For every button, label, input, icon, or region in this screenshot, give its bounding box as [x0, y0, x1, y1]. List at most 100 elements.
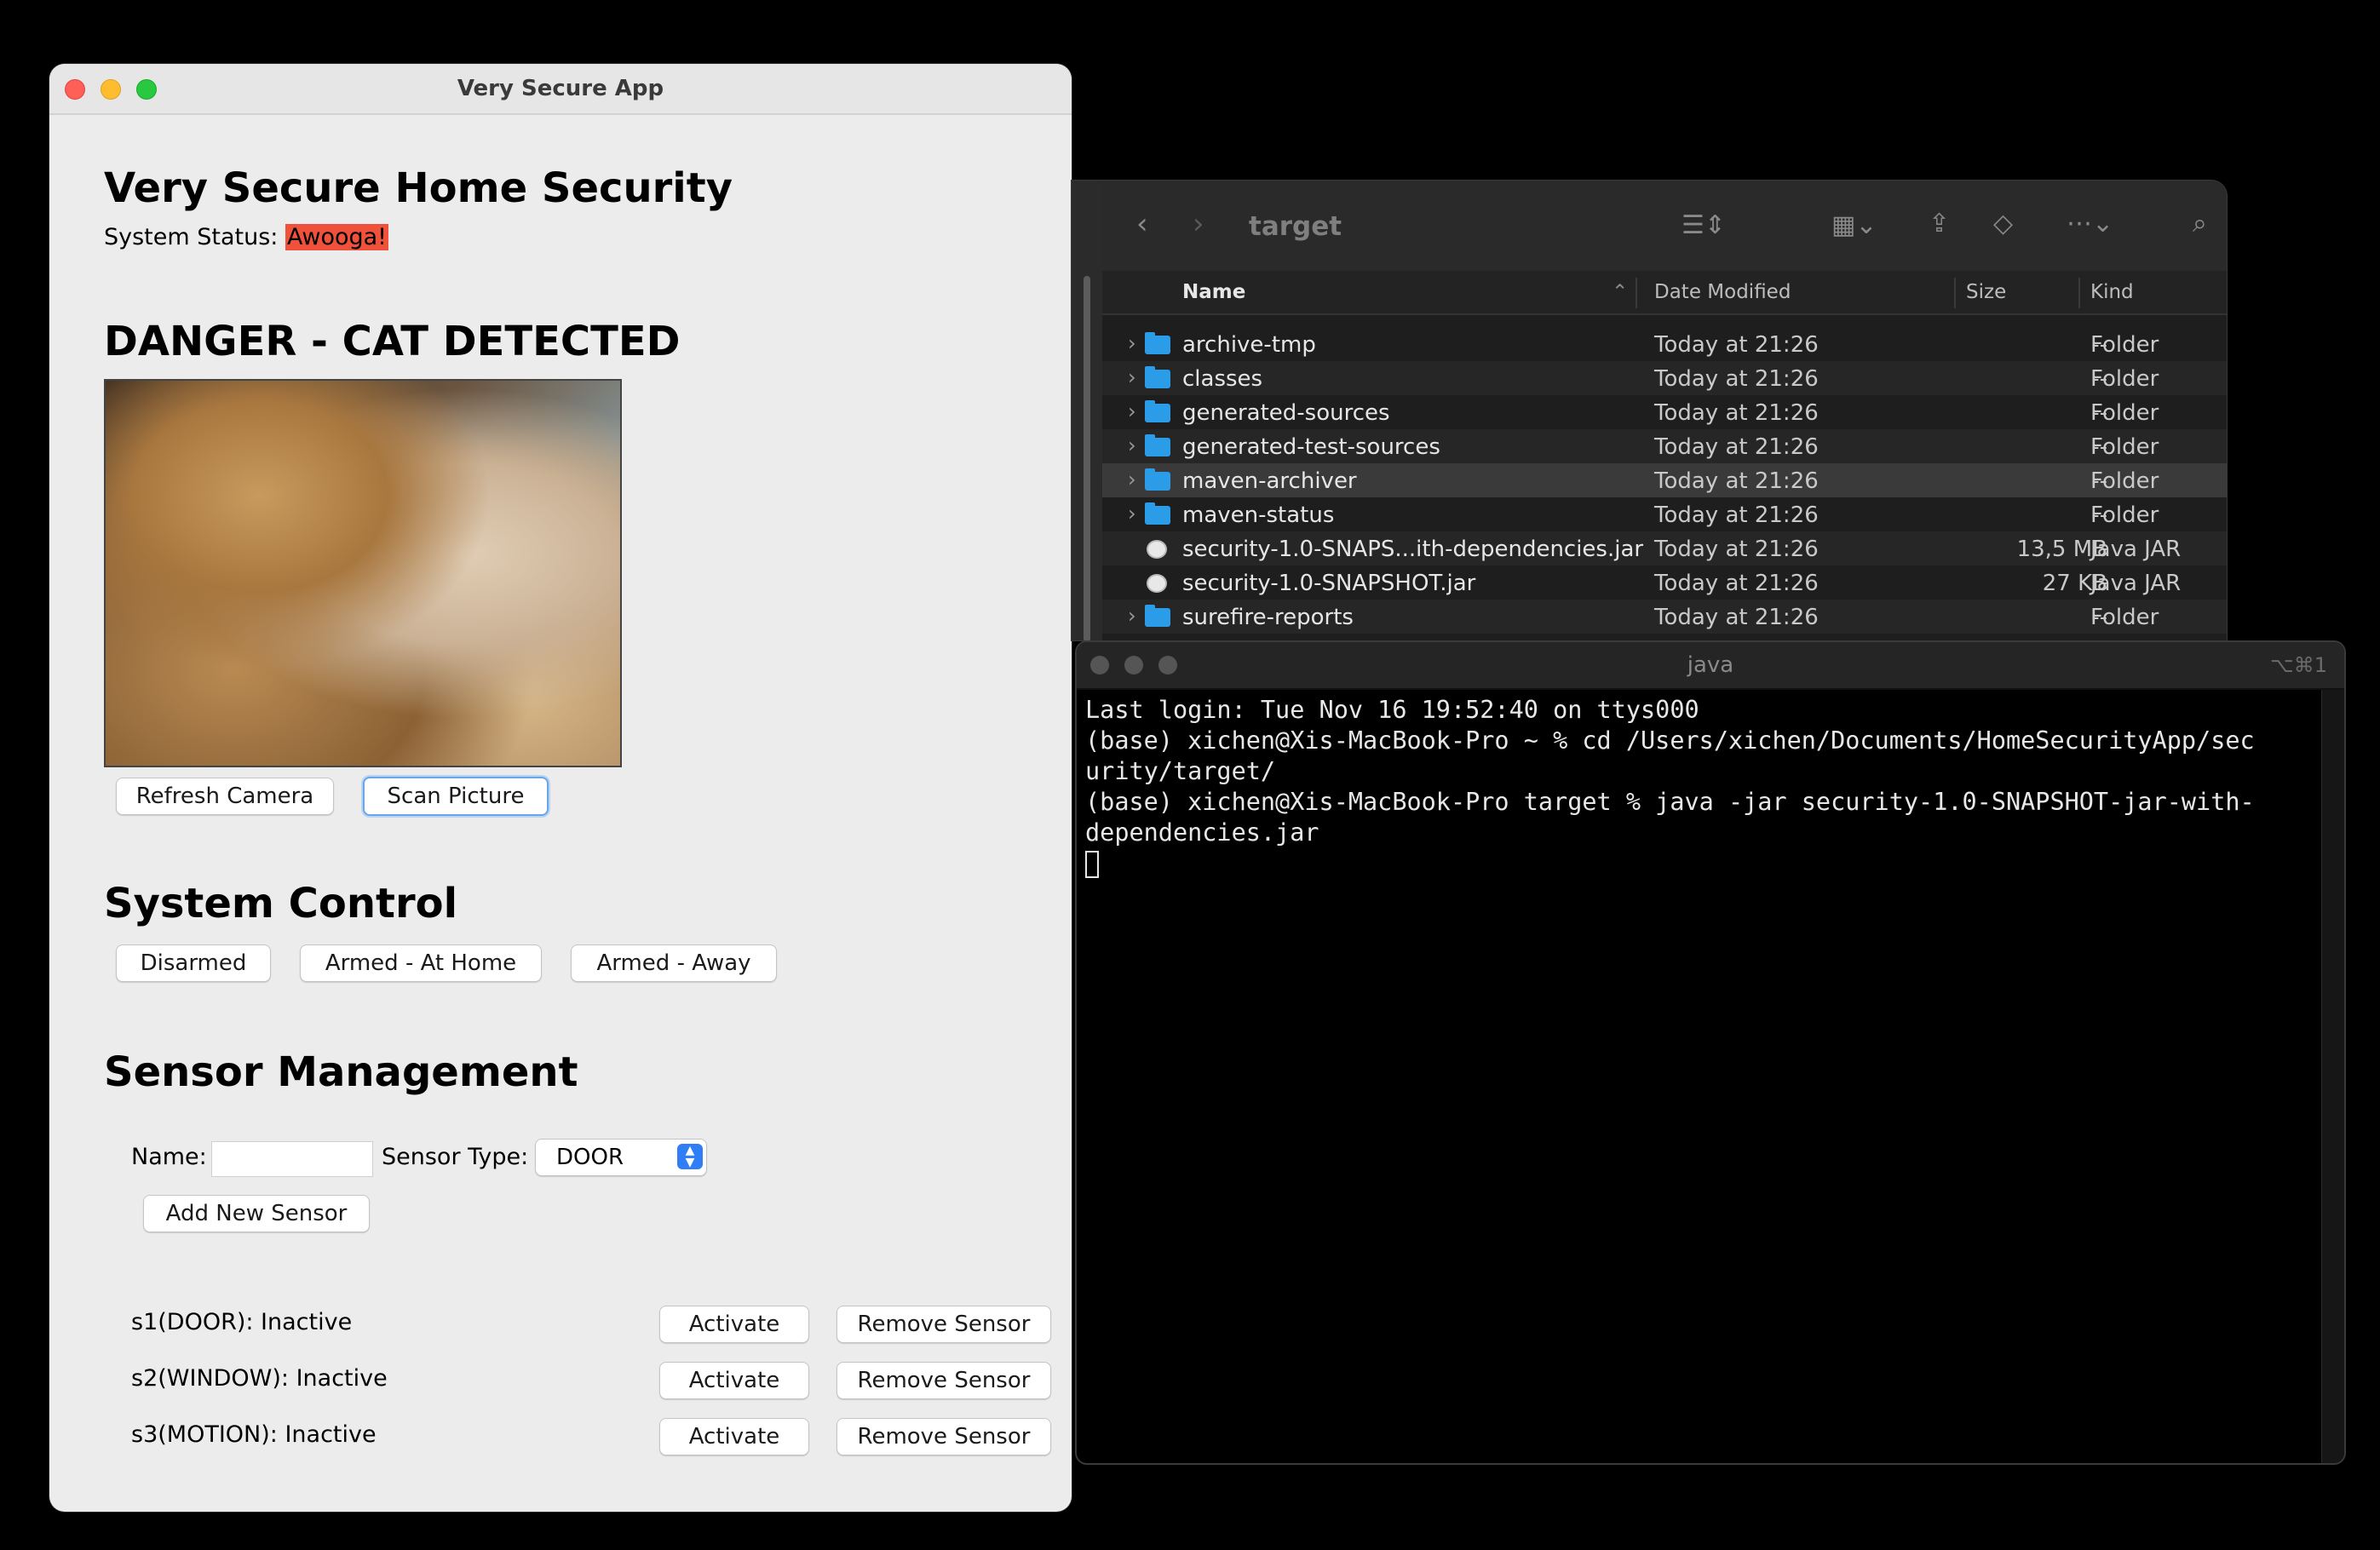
terminal-cursor [1085, 851, 1099, 878]
file-name: generated-sources [1182, 400, 1390, 426]
minimize-button[interactable] [101, 79, 121, 100]
window-controls [1090, 656, 1177, 675]
armed-away-button[interactable]: Armed - Away [571, 944, 777, 982]
sort-ascending-icon: ⌃ [1612, 281, 1629, 303]
tag-icon[interactable]: ◇ [1993, 210, 2013, 238]
disclosure-chevron-icon[interactable]: › [1128, 468, 1136, 491]
close-button[interactable] [1090, 656, 1109, 675]
file-date: Today at 21:26 [1654, 537, 1819, 562]
folder-icon [1145, 605, 1170, 627]
page-title: Very Secure Home Security [104, 164, 733, 212]
sensor-management-heading: Sensor Management [104, 1048, 578, 1096]
disclosure-chevron-icon[interactable]: › [1128, 502, 1136, 525]
disclosure-chevron-icon[interactable]: › [1128, 433, 1136, 457]
disclosure-chevron-icon[interactable]: › [1128, 331, 1136, 355]
file-row[interactable]: › classes Today at 21:26 -- Folder [1102, 361, 2227, 395]
remove-sensor-button[interactable]: Remove Sensor [836, 1306, 1051, 1343]
more-icon[interactable]: ⋯⌄ [2067, 210, 2113, 238]
sensor-type-select[interactable]: DOOR ▲ ▼ [535, 1139, 707, 1176]
file-kind: Folder [2090, 605, 2159, 630]
terminal-titlebar: java ⌥⌘1 [1077, 642, 2344, 690]
file-name: archive-tmp [1182, 332, 1316, 358]
app-window: Very Secure App Very Secure Home Securit… [49, 64, 1072, 1512]
forward-icon[interactable]: › [1193, 210, 1204, 238]
refresh-camera-button[interactable]: Refresh Camera [116, 778, 334, 815]
app-titlebar: Very Secure App [49, 64, 1072, 115]
disclosure-chevron-icon[interactable]: › [1128, 604, 1136, 628]
terminal-line: (base) xichen@Xis-MacBook-Pro target % j… [1085, 788, 2255, 816]
file-row[interactable]: security-1.0-SNAPSHOT.jar Today at 21:26… [1102, 565, 2227, 600]
file-row[interactable]: › maven-status Today at 21:26 -- Folder [1102, 497, 2227, 531]
share-icon[interactable]: ⇪ [1929, 210, 1950, 238]
sensor-type-label: Sensor Type: [382, 1144, 529, 1170]
file-name: maven-status [1182, 502, 1335, 528]
activate-sensor-button[interactable]: Activate [659, 1306, 809, 1343]
file-row[interactable]: security-1.0-SNAPS...ith-dependencies.ja… [1102, 531, 2227, 565]
file-kind: Java JAR [2090, 537, 2182, 562]
file-kind: Folder [2090, 332, 2159, 358]
jar-file-icon [1147, 540, 1167, 559]
window-controls [65, 79, 157, 100]
disclosure-chevron-icon[interactable]: › [1128, 399, 1136, 423]
file-row[interactable]: › archive-tmp Today at 21:26 -- Folder [1102, 327, 2227, 361]
remove-sensor-button[interactable]: Remove Sensor [836, 1418, 1051, 1455]
finder-sidebar [1072, 181, 1102, 640]
folder-title: target [1249, 211, 1342, 242]
finder-column-header: Name ⌃ Date Modified Size Kind [1102, 271, 2227, 315]
activate-sensor-button[interactable]: Activate [659, 1362, 809, 1399]
terminal-line: (base) xichen@Xis-MacBook-Pro ~ % cd /Us… [1085, 726, 2255, 755]
column-divider [1636, 278, 1637, 308]
file-name: maven-archiver [1182, 468, 1357, 494]
status-label: System Status: [104, 224, 279, 250]
zoom-button[interactable] [136, 79, 157, 100]
file-kind: Folder [2090, 400, 2159, 426]
name-label: Name: [131, 1144, 207, 1170]
zoom-button[interactable] [1158, 656, 1177, 675]
folder-icon [1145, 366, 1170, 388]
add-sensor-button[interactable]: Add New Sensor [143, 1195, 370, 1232]
list-view-icon[interactable]: ☰⇕ [1682, 211, 1726, 240]
folder-icon [1145, 468, 1170, 491]
file-name: security-1.0-SNAPS...ith-dependencies.ja… [1182, 537, 1644, 562]
close-button[interactable] [65, 79, 85, 100]
activate-sensor-button[interactable]: Activate [659, 1418, 809, 1455]
file-row[interactable]: › generated-sources Today at 21:26 -- Fo… [1102, 395, 2227, 429]
terminal-line: Last login: Tue Nov 16 19:52:40 on ttys0… [1085, 696, 1699, 724]
terminal-line: dependencies.jar [1085, 818, 1319, 847]
file-date: Today at 21:26 [1654, 468, 1819, 494]
window-title: Very Secure App [457, 76, 664, 101]
file-date: Today at 21:26 [1654, 434, 1819, 460]
file-row[interactable]: › maven-archiver Today at 21:26 -- Folde… [1102, 463, 2227, 497]
disclosure-chevron-icon[interactable]: › [1128, 365, 1136, 389]
file-name: classes [1182, 366, 1263, 392]
group-icon[interactable]: ▦⌄ [1831, 211, 1877, 240]
terminal-scrollbar[interactable] [2321, 690, 2344, 1463]
folder-icon [1145, 502, 1170, 525]
disarmed-button[interactable]: Disarmed [116, 944, 271, 982]
terminal-output[interactable]: Last login: Tue Nov 16 19:52:40 on ttys0… [1085, 695, 2320, 879]
terminal-title: java [1687, 652, 1734, 678]
back-icon[interactable]: ‹ [1136, 210, 1148, 238]
column-size[interactable]: Size [1966, 281, 2006, 303]
file-row[interactable]: › surefire-reports Today at 21:26 -- Fol… [1102, 600, 2227, 634]
sensor-type-value: DOOR [556, 1145, 624, 1170]
armed-home-button[interactable]: Armed - At Home [300, 944, 542, 982]
scan-picture-button[interactable]: Scan Picture [363, 777, 549, 816]
column-kind[interactable]: Kind [2090, 281, 2134, 303]
column-name[interactable]: Name [1182, 281, 1245, 303]
sensor-name-input[interactable] [211, 1141, 373, 1177]
remove-sensor-button[interactable]: Remove Sensor [836, 1362, 1051, 1399]
folder-icon [1145, 332, 1170, 354]
sensor-label: s1(DOOR): Inactive [131, 1309, 353, 1335]
jar-file-icon [1147, 574, 1167, 593]
sensor-label: s2(WINDOW): Inactive [131, 1365, 388, 1392]
file-name: security-1.0-SNAPSHOT.jar [1182, 571, 1476, 596]
select-arrows-icon: ▲ ▼ [677, 1144, 703, 1169]
file-row[interactable]: › generated-test-sources Today at 21:26 … [1102, 429, 2227, 463]
folder-icon [1145, 434, 1170, 456]
column-date[interactable]: Date Modified [1654, 281, 1791, 303]
sidebar-scrollbar[interactable] [1084, 276, 1090, 640]
minimize-button[interactable] [1124, 656, 1143, 675]
search-icon[interactable]: ⌕ [2193, 210, 2207, 238]
file-kind: Folder [2090, 502, 2159, 528]
